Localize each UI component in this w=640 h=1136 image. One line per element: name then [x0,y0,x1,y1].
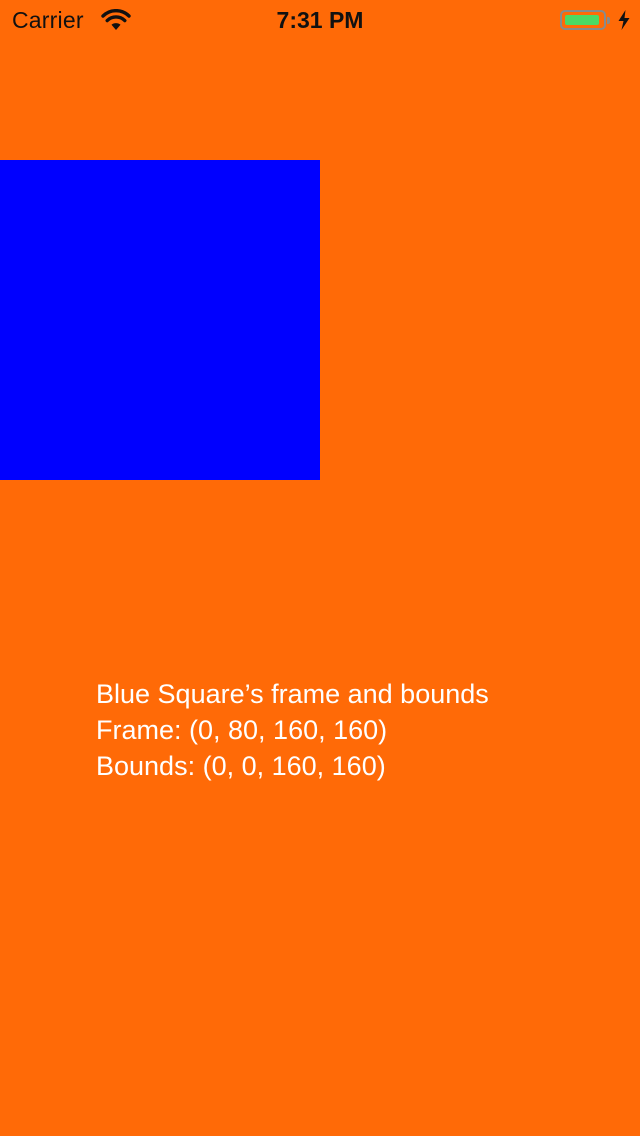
frame-label: Frame: (0, 80, 160, 160) [96,715,388,745]
status-time: 7:31 PM [276,7,364,33]
bolt-icon [618,10,630,30]
battery-level-fill [565,15,599,25]
bounds-label: Bounds: (0, 0, 160, 160) [96,751,386,781]
screen: Carrier 7:31 PM Blue Square’s frame and … [0,0,640,1136]
blue-square [0,160,320,480]
battery-outline [560,10,606,30]
info-text-block: Blue Square’s frame and bounds Frame: (0… [96,676,489,784]
status-bar: Carrier 7:31 PM [0,0,640,40]
info-title: Blue Square’s frame and bounds [96,679,489,709]
battery-cap [607,17,610,24]
battery-icon [558,8,616,34]
